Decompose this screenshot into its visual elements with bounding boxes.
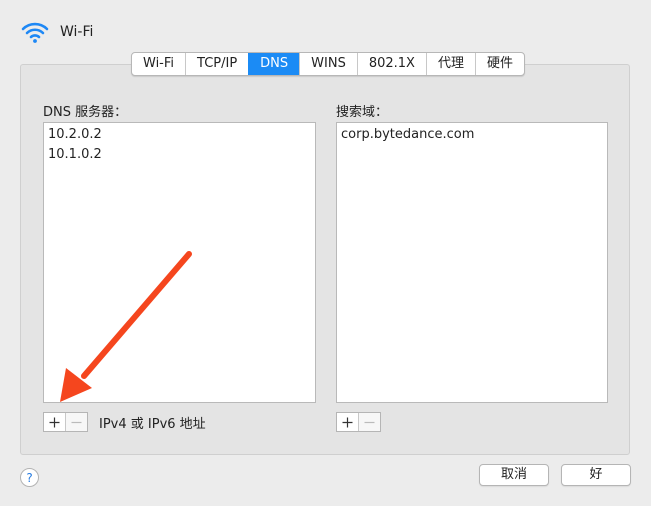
- remove-domain-button[interactable]: [358, 413, 380, 431]
- tab-tcpip[interactable]: TCP/IP: [185, 53, 248, 75]
- plus-icon: [342, 417, 353, 427]
- minus-icon: [71, 421, 82, 423]
- tab-dns[interactable]: DNS: [248, 53, 300, 75]
- dns-button-group: [43, 412, 88, 432]
- tab-8021x[interactable]: 802.1X: [356, 53, 426, 75]
- list-item[interactable]: 10.1.0.2: [48, 145, 311, 165]
- tab-wins[interactable]: WINS: [299, 53, 357, 75]
- list-item[interactable]: 10.2.0.2: [48, 125, 311, 145]
- search-domains-list[interactable]: corp.bytedance.com: [336, 122, 608, 403]
- window-title: Wi-Fi: [60, 24, 94, 40]
- minus-icon: [364, 421, 375, 423]
- dns-address-hint: IPv4 或 IPv6 地址: [99, 417, 206, 432]
- wifi-icon: [21, 22, 49, 43]
- add-dns-button[interactable]: [44, 413, 65, 431]
- ok-button[interactable]: 好: [561, 464, 631, 486]
- tab-proxy[interactable]: 代理: [425, 53, 475, 75]
- search-button-group: [336, 412, 381, 432]
- window-header: Wi-Fi: [21, 20, 93, 44]
- add-domain-button[interactable]: [337, 413, 358, 431]
- search-domains-label: 搜索域：: [336, 105, 389, 120]
- remove-dns-button[interactable]: [65, 413, 87, 431]
- dns-servers-label: DNS 服务器：: [43, 105, 128, 120]
- cancel-button[interactable]: 取消: [479, 464, 549, 486]
- plus-icon: [49, 417, 60, 427]
- list-item[interactable]: corp.bytedance.com: [341, 125, 603, 145]
- tab-hardware[interactable]: 硬件: [474, 53, 524, 75]
- tab-wifi[interactable]: Wi-Fi: [132, 53, 185, 75]
- help-button[interactable]: ?: [20, 468, 39, 487]
- tab-bar: Wi-Fi TCP/IP DNS WINS 802.1X 代理 硬件: [131, 52, 525, 76]
- dns-servers-list[interactable]: 10.2.0.2 10.1.0.2: [43, 122, 316, 403]
